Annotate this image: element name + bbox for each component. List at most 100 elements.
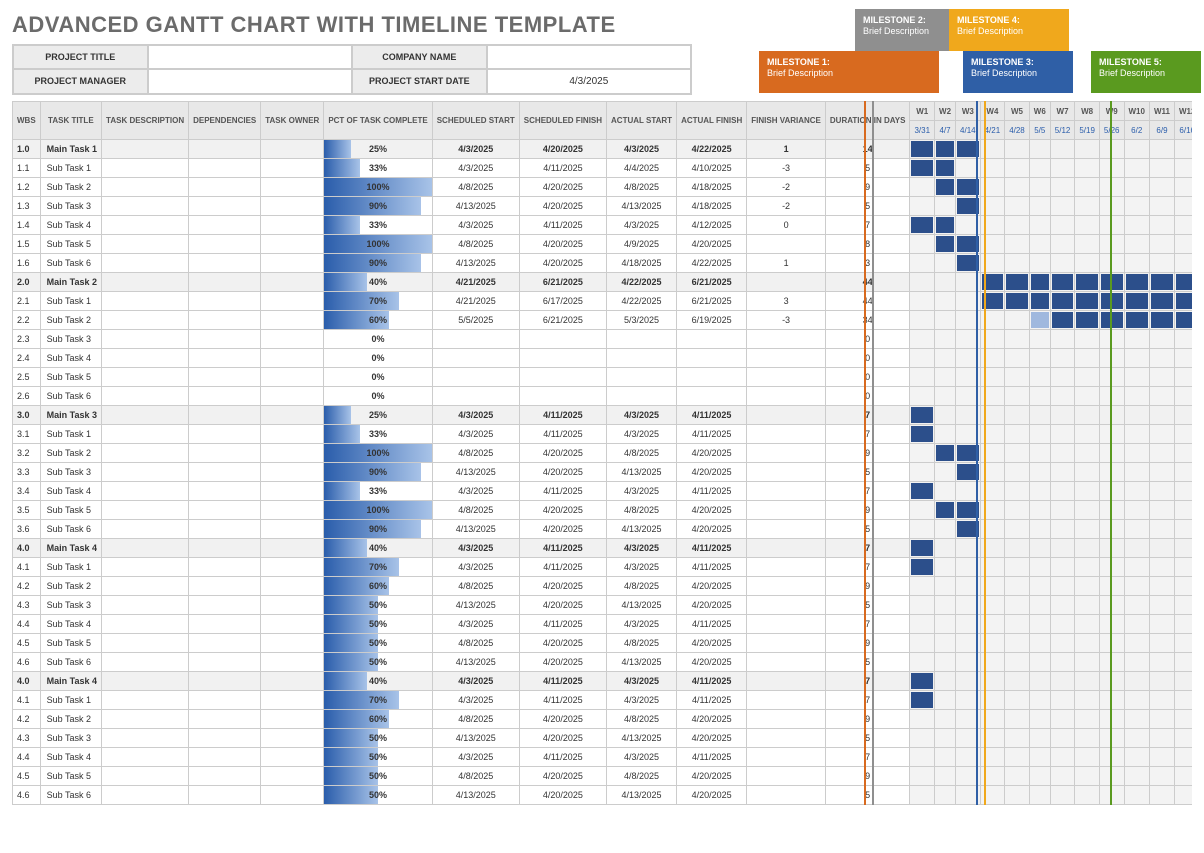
cell[interactable]: 4/11/2025 [519, 748, 606, 767]
title-cell[interactable]: Sub Task 5 [40, 767, 101, 786]
wbs-cell[interactable]: 4.0 [13, 672, 41, 691]
gantt-cell[interactable] [1124, 691, 1149, 710]
cell[interactable]: 9 [825, 577, 910, 596]
cell[interactable] [519, 330, 606, 349]
title-cell[interactable]: Sub Task 4 [40, 216, 101, 235]
cell[interactable]: 7 [825, 615, 910, 634]
gantt-cell[interactable] [935, 463, 956, 482]
gantt-cell[interactable] [1029, 729, 1050, 748]
cell[interactable]: 4/20/2025 [677, 444, 747, 463]
gantt-cell[interactable] [1149, 691, 1174, 710]
gantt-cell[interactable] [1124, 235, 1149, 254]
cell[interactable]: 4/20/2025 [519, 197, 606, 216]
cell[interactable]: 4/20/2025 [677, 634, 747, 653]
gantt-cell[interactable] [935, 235, 956, 254]
pct-cell[interactable]: 0% [324, 349, 432, 368]
gantt-cell[interactable] [910, 634, 935, 653]
pct-cell[interactable]: 0% [324, 330, 432, 349]
gantt-cell[interactable] [1075, 615, 1100, 634]
cell[interactable] [747, 615, 826, 634]
cell[interactable] [102, 178, 189, 197]
gantt-cell[interactable] [980, 463, 1005, 482]
gantt-cell[interactable] [935, 558, 956, 577]
cell[interactable]: 4/8/2025 [607, 178, 677, 197]
gantt-cell[interactable] [910, 520, 935, 539]
wbs-cell[interactable]: 4.0 [13, 539, 41, 558]
gantt-cell[interactable] [1099, 577, 1124, 596]
gantt-cell[interactable] [1075, 672, 1100, 691]
cell[interactable] [607, 387, 677, 406]
cell[interactable]: 5/3/2025 [607, 311, 677, 330]
gantt-cell[interactable] [1124, 292, 1149, 311]
gantt-cell[interactable] [980, 596, 1005, 615]
gantt-cell[interactable] [1029, 482, 1050, 501]
cell[interactable]: -2 [747, 197, 826, 216]
cell[interactable] [261, 197, 324, 216]
cell[interactable] [261, 349, 324, 368]
cell[interactable]: 4/20/2025 [519, 710, 606, 729]
pct-cell[interactable]: 40% [324, 273, 432, 292]
gantt-cell[interactable] [1124, 748, 1149, 767]
wbs-cell[interactable]: 4.1 [13, 691, 41, 710]
gantt-cell[interactable] [1005, 672, 1030, 691]
gantt-cell[interactable] [1075, 748, 1100, 767]
pct-cell[interactable]: 25% [324, 140, 432, 159]
gantt-cell[interactable] [910, 653, 935, 672]
cell[interactable]: 9 [825, 767, 910, 786]
table-row[interactable]: 4.5Sub Task 550%4/8/20254/20/20254/8/202… [13, 767, 1193, 786]
gantt-cell[interactable] [1174, 539, 1192, 558]
cell[interactable] [102, 273, 189, 292]
cell[interactable]: 4/8/2025 [607, 444, 677, 463]
cell[interactable]: 4/3/2025 [607, 406, 677, 425]
table-row[interactable]: 4.5Sub Task 550%4/8/20254/20/20254/8/202… [13, 634, 1193, 653]
gantt-cell[interactable] [956, 197, 981, 216]
table-row[interactable]: 2.6Sub Task 60%0 [13, 387, 1193, 406]
gantt-cell[interactable] [1149, 197, 1174, 216]
gantt-cell[interactable] [1149, 672, 1174, 691]
gantt-cell[interactable] [935, 273, 956, 292]
gantt-cell[interactable] [1099, 406, 1124, 425]
cell[interactable]: 7 [825, 425, 910, 444]
cell[interactable]: 4/9/2025 [607, 235, 677, 254]
cell[interactable] [261, 786, 324, 805]
cell[interactable] [747, 482, 826, 501]
cell[interactable] [432, 349, 519, 368]
title-cell[interactable]: Sub Task 2 [40, 178, 101, 197]
gantt-cell[interactable] [1075, 710, 1100, 729]
cell[interactable] [189, 254, 261, 273]
wbs-cell[interactable]: 4.4 [13, 615, 41, 634]
gantt-cell[interactable] [1174, 159, 1192, 178]
cell[interactable]: 4/22/2025 [677, 140, 747, 159]
gantt-cell[interactable] [1174, 235, 1192, 254]
title-cell[interactable]: Sub Task 4 [40, 349, 101, 368]
pct-cell[interactable]: 33% [324, 482, 432, 501]
title-cell[interactable]: Sub Task 3 [40, 197, 101, 216]
gantt-cell[interactable] [1029, 197, 1050, 216]
wbs-cell[interactable]: 3.6 [13, 520, 41, 539]
gantt-cell[interactable] [1174, 596, 1192, 615]
pct-cell[interactable]: 25% [324, 406, 432, 425]
cell[interactable] [102, 159, 189, 178]
gantt-cell[interactable] [1099, 330, 1124, 349]
cell[interactable] [102, 729, 189, 748]
cell[interactable]: 4/3/2025 [607, 558, 677, 577]
gantt-cell[interactable] [1075, 482, 1100, 501]
gantt-cell[interactable] [1050, 444, 1075, 463]
pct-cell[interactable]: 50% [324, 748, 432, 767]
title-cell[interactable]: Sub Task 1 [40, 425, 101, 444]
table-row[interactable]: 2.5Sub Task 50%0 [13, 368, 1193, 387]
gantt-cell[interactable] [1075, 349, 1100, 368]
gantt-cell[interactable] [1099, 634, 1124, 653]
cell[interactable]: 4/11/2025 [519, 216, 606, 235]
gantt-cell[interactable] [935, 672, 956, 691]
gantt-cell[interactable] [980, 558, 1005, 577]
cell[interactable] [519, 368, 606, 387]
table-row[interactable]: 3.4Sub Task 433%4/3/20254/11/20254/3/202… [13, 482, 1193, 501]
gantt-cell[interactable] [1075, 501, 1100, 520]
cell[interactable] [189, 330, 261, 349]
cell[interactable] [102, 444, 189, 463]
gantt-cell[interactable] [1124, 159, 1149, 178]
gantt-cell[interactable] [1029, 254, 1050, 273]
gantt-cell[interactable] [956, 539, 981, 558]
cell[interactable] [261, 444, 324, 463]
